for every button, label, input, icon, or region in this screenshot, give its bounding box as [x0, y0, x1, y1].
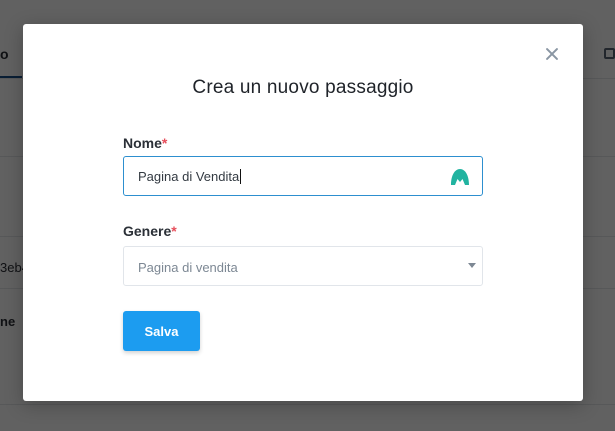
- type-field-label: Genere*: [123, 223, 177, 239]
- name-input-value[interactable]: Pagina di Vendita: [138, 169, 242, 184]
- green-arch-icon: [451, 169, 469, 185]
- required-mark: *: [161, 135, 168, 151]
- text-cursor: [240, 169, 242, 184]
- close-icon[interactable]: [542, 44, 562, 64]
- type-label-text: Genere: [123, 223, 172, 239]
- name-input[interactable]: Pagina di Vendita: [123, 156, 483, 196]
- create-step-modal: Crea un nuovo passaggio Nome* Pagina di …: [23, 24, 583, 401]
- modal-title: Crea un nuovo passaggio: [192, 77, 414, 98]
- type-select-placeholder: Pagina di vendita: [138, 260, 238, 275]
- chevron-down-icon[interactable]: [468, 263, 476, 268]
- type-select[interactable]: Pagina di vendita: [123, 246, 483, 286]
- name-field-label: Nome*: [123, 135, 167, 151]
- name-input-text: Pagina di Vendita: [138, 169, 240, 184]
- required-mark: *: [171, 223, 177, 239]
- save-button[interactable]: Salva: [123, 311, 200, 351]
- name-label-text: Nome: [123, 135, 162, 151]
